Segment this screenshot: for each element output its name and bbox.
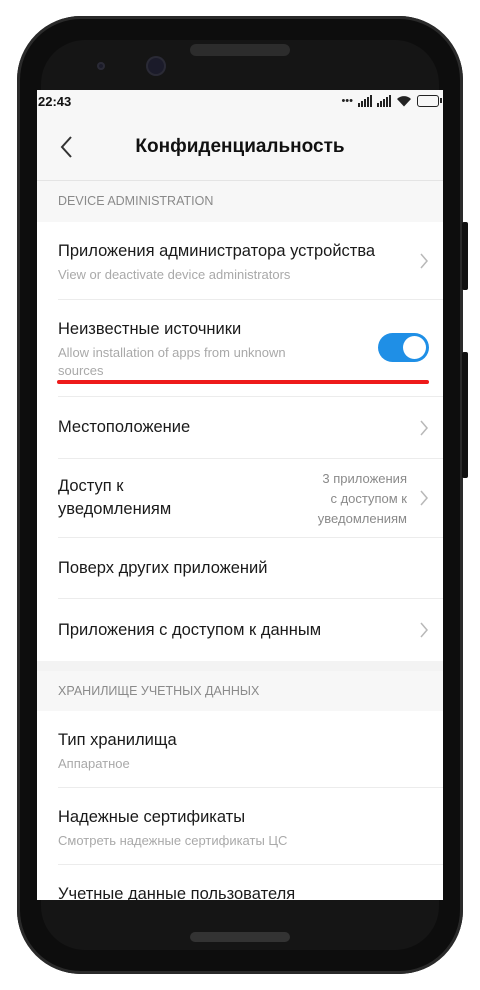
power-button — [462, 352, 468, 478]
bottom-speaker — [190, 932, 290, 942]
toggle-knob — [403, 336, 426, 359]
battery-icon — [417, 95, 442, 107]
item-value-line2: с доступом к — [330, 491, 407, 506]
item-subtitle: Аппаратное — [58, 756, 130, 771]
chevron-right-icon — [420, 490, 428, 506]
item-subtitle-line1: Allow installation of apps from unknown — [58, 345, 286, 360]
chevron-right-icon — [420, 622, 428, 638]
signal-icon-1 — [358, 95, 372, 107]
status-icons: ••• — [341, 95, 442, 107]
section-header-credential-storage: ХРАНИЛИЩЕ УЧЕТНЫХ ДАННЫХ — [37, 671, 443, 711]
screen: 22:43 ••• Конфиденциальность DEVICE ADMI… — [37, 90, 443, 900]
earpiece-speaker — [190, 44, 290, 56]
sensor-icon — [97, 62, 105, 70]
item-label: Местоположение — [58, 418, 191, 436]
list-item-user-credentials[interactable]: Учетные данные пользователя — [37, 865, 443, 900]
status-time: 22:43 — [38, 94, 72, 109]
more-notifications-icon: ••• — [341, 95, 353, 107]
item-subtitle: Смотреть надежные сертификаты ЦС — [58, 833, 288, 848]
volume-button — [462, 222, 468, 290]
list-item-draw-over-apps[interactable]: Поверх других приложений — [37, 538, 443, 599]
page-title: Конфиденциальность — [135, 136, 345, 157]
item-value-line3: уведомлениям — [317, 511, 407, 526]
item-label: Неизвестные источники — [58, 320, 242, 338]
item-label: Тип хранилища — [58, 731, 177, 749]
item-label: Приложения с доступом к данным — [58, 621, 322, 639]
list-item-usage-access[interactable]: Приложения с доступом к данным — [37, 599, 443, 661]
annotation-underline — [57, 380, 429, 384]
item-value-line1: 3 приложения — [322, 471, 407, 486]
list-item-notification-access[interactable]: Доступ к уведомлениям 3 приложения с дос… — [37, 459, 443, 538]
chevron-right-icon — [420, 420, 428, 436]
list-item-storage-type[interactable]: Тип хранилища Аппаратное — [37, 711, 443, 788]
signal-icon-2 — [377, 95, 391, 107]
list-item-device-admin-apps[interactable]: Приложения администратора устройства Vie… — [37, 222, 443, 300]
item-label-line2: уведомлениям — [58, 500, 172, 518]
status-bar: 22:43 ••• — [37, 90, 443, 114]
list-item-location[interactable]: Местоположение — [37, 397, 443, 459]
chevron-right-icon — [420, 253, 428, 269]
section-separator — [37, 661, 443, 671]
section-header-device-admin: DEVICE ADMINISTRATION — [37, 181, 443, 222]
item-subtitle-line2: sources — [58, 363, 104, 378]
front-camera-icon — [146, 56, 166, 76]
app-bar: Конфиденциальность — [37, 114, 443, 181]
unknown-sources-toggle[interactable] — [378, 333, 429, 362]
item-label: Поверх других приложений — [58, 559, 268, 577]
item-label: Учетные данные пользователя — [58, 885, 296, 900]
wifi-icon — [397, 96, 411, 107]
item-label-line1: Доступ к — [58, 477, 124, 495]
item-subtitle: View or deactivate device administrators — [58, 267, 291, 282]
item-label: Приложения администратора устройства — [58, 242, 376, 260]
item-label: Надежные сертификаты — [58, 808, 246, 826]
list-item-trusted-certificates[interactable]: Надежные сертификаты Смотреть надежные с… — [37, 788, 443, 865]
